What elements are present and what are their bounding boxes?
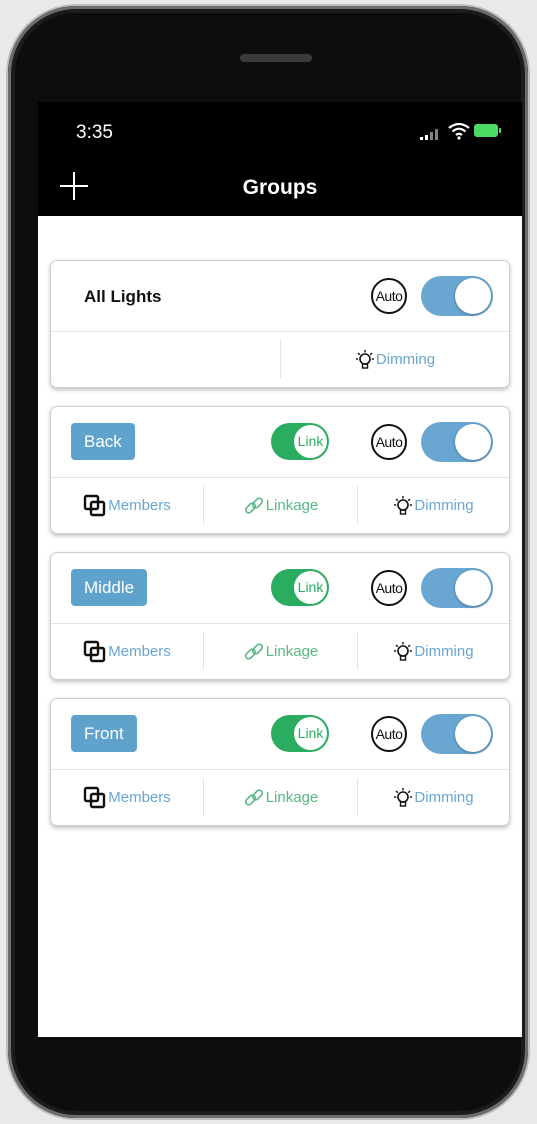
screen: 3:35 Groups All Lights Auto Dimming Back… — [38, 102, 522, 1037]
dimming-button[interactable]: Dimming — [281, 332, 509, 387]
card-actions: Members Linkage Dimming — [51, 478, 509, 533]
power-toggle[interactable] — [421, 714, 493, 754]
linkage-button[interactable]: Linkage — [204, 770, 357, 825]
members-icon — [84, 640, 106, 662]
linkage-button[interactable]: Linkage — [204, 624, 357, 679]
card-actions: Members Linkage Dimming — [51, 624, 509, 679]
lightbulb-icon — [394, 495, 413, 515]
lightbulb-icon — [355, 349, 374, 369]
linkage-label: Linkage — [265, 789, 319, 806]
members-icon — [84, 786, 106, 808]
card-actions: Dimming — [51, 332, 509, 387]
members-label: Members — [108, 643, 171, 660]
status-bar: 3:35 — [38, 102, 522, 162]
speaker-grille — [240, 54, 312, 62]
toggle-knob — [455, 716, 491, 752]
group-name-button[interactable]: Back — [71, 423, 135, 460]
dimming-button[interactable]: Dimming — [358, 770, 509, 825]
all-lights-card: All Lights Auto Dimming — [50, 260, 510, 388]
members-label: Members — [108, 789, 171, 806]
card-actions: Members Linkage Dimming — [51, 770, 509, 825]
wifi-icon — [448, 122, 470, 140]
link-label: Link — [297, 725, 324, 741]
toggle-knob — [455, 570, 491, 606]
signal-icon — [420, 128, 438, 140]
dimming-label: Dimming — [414, 789, 474, 806]
battery-charging-icon — [474, 124, 501, 137]
chain-link-icon — [244, 788, 263, 806]
group-name-button[interactable]: Middle — [71, 569, 148, 606]
link-toggle[interactable]: Link — [271, 423, 329, 460]
link-label: Link — [297, 433, 324, 449]
linkage-label: Linkage — [265, 497, 319, 514]
linkage-label: Linkage — [265, 643, 319, 660]
members-icon — [84, 494, 106, 516]
power-toggle[interactable] — [421, 276, 493, 316]
status-time: 3:35 — [76, 122, 113, 143]
power-toggle[interactable] — [421, 568, 493, 608]
members-button[interactable]: Members — [51, 624, 203, 679]
group-card-middle: Middle Link Auto Members Linkage Dimming — [50, 552, 510, 680]
link-label: Link — [297, 579, 324, 595]
dimming-button[interactable]: Dimming — [358, 478, 509, 533]
all-lights-title: All Lights — [84, 287, 162, 306]
card-header: Back Link Auto — [51, 407, 509, 478]
card-header: All Lights Auto — [51, 261, 509, 332]
groups-list: All Lights Auto Dimming Back Link Auto M… — [38, 216, 522, 1037]
phone-frame: 3:35 Groups All Lights Auto Dimming Back… — [8, 6, 528, 1118]
chain-link-icon — [244, 496, 263, 514]
members-button[interactable]: Members — [51, 770, 203, 825]
lightbulb-icon — [394, 641, 413, 661]
dimming-label: Dimming — [414, 497, 474, 514]
toggle-knob — [455, 278, 491, 314]
link-toggle[interactable]: Link — [271, 715, 329, 752]
auto-button[interactable]: Auto — [371, 570, 407, 606]
link-toggle[interactable]: Link — [271, 569, 329, 606]
group-card-front: Front Link Auto Members Linkage Dimming — [50, 698, 510, 826]
members-button[interactable]: Members — [51, 478, 203, 533]
lightbulb-icon — [394, 787, 413, 807]
group-card-back: Back Link Auto Members Linkage Dimming — [50, 406, 510, 534]
nav-bar: Groups — [38, 162, 522, 216]
members-label: Members — [108, 497, 171, 514]
auto-button[interactable]: Auto — [371, 424, 407, 460]
dimming-button[interactable]: Dimming — [358, 624, 509, 679]
auto-button[interactable]: Auto — [371, 716, 407, 752]
dimming-label: Dimming — [414, 643, 474, 660]
linkage-button[interactable]: Linkage — [204, 478, 357, 533]
auto-button[interactable]: Auto — [371, 278, 407, 314]
dimming-label: Dimming — [375, 351, 436, 368]
group-name-button[interactable]: Front — [71, 715, 137, 752]
card-header: Middle Link Auto — [51, 553, 509, 624]
card-header: Front Link Auto — [51, 699, 509, 770]
chain-link-icon — [244, 642, 263, 660]
power-toggle[interactable] — [421, 422, 493, 462]
toggle-knob — [455, 424, 491, 460]
page-title: Groups — [242, 176, 318, 199]
